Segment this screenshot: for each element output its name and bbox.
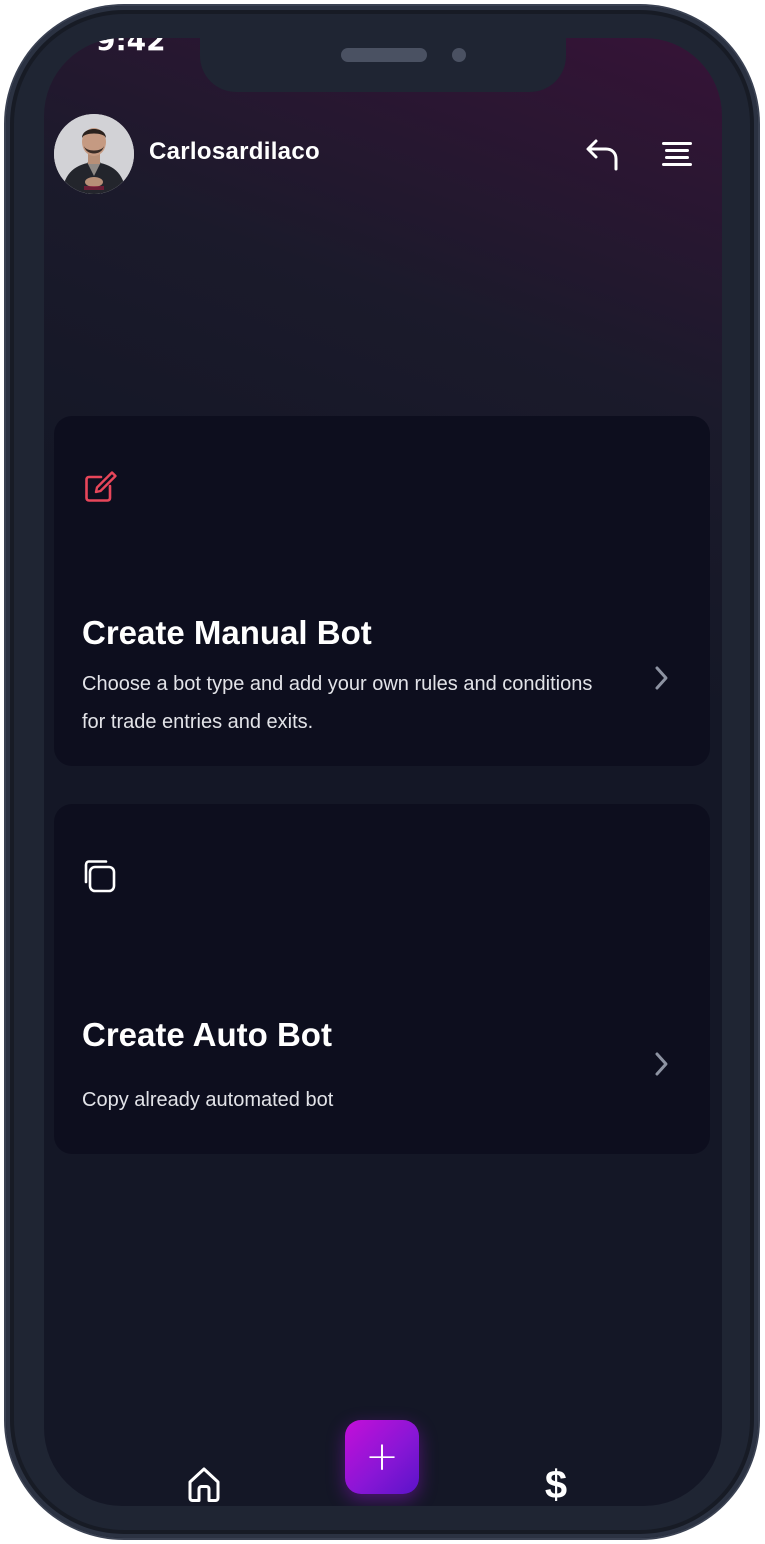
bottom-navigation: + $: [44, 1408, 722, 1506]
chevron-right-icon: [652, 664, 672, 692]
app-screen: 9:42 Carlosardilaco Create Manual Bot Ch…: [44, 38, 722, 1506]
card-description: Choose a bot type and add your own rules…: [82, 673, 593, 733]
create-manual-bot-card[interactable]: Create Manual Bot Choose a bot type and …: [54, 416, 710, 766]
notch: [200, 38, 566, 92]
create-auto-bot-card[interactable]: Create Auto Bot Copy already automated b…: [54, 804, 710, 1154]
menu-button[interactable]: [657, 134, 697, 174]
edit-square-icon: [82, 470, 118, 506]
avatar[interactable]: [54, 114, 134, 194]
add-bot-button[interactable]: +: [345, 1420, 419, 1494]
card-description: Copy already automated bot: [82, 1089, 334, 1111]
avatar-photo: [54, 114, 134, 194]
chevron-right-icon: [652, 1050, 672, 1078]
card-title: Create Manual Bot: [82, 614, 372, 651]
nav-home-button[interactable]: [184, 1464, 224, 1504]
dollar-icon[interactable]: $: [541, 1464, 571, 1506]
header: Carlosardilaco: [54, 114, 714, 194]
speaker: [341, 48, 427, 62]
back-button[interactable]: [582, 134, 622, 174]
username: Carlosardilaco: [149, 138, 320, 165]
plus-icon: +: [365, 1434, 399, 1480]
menu-lines-icon: [662, 142, 692, 166]
card-title: Create Auto Bot: [82, 1016, 332, 1053]
home-icon: [188, 1467, 220, 1502]
copy-icon: [82, 858, 118, 894]
front-camera: [452, 48, 466, 62]
back-arrow-icon: [586, 139, 618, 171]
status-time: 9:42: [96, 38, 166, 57]
